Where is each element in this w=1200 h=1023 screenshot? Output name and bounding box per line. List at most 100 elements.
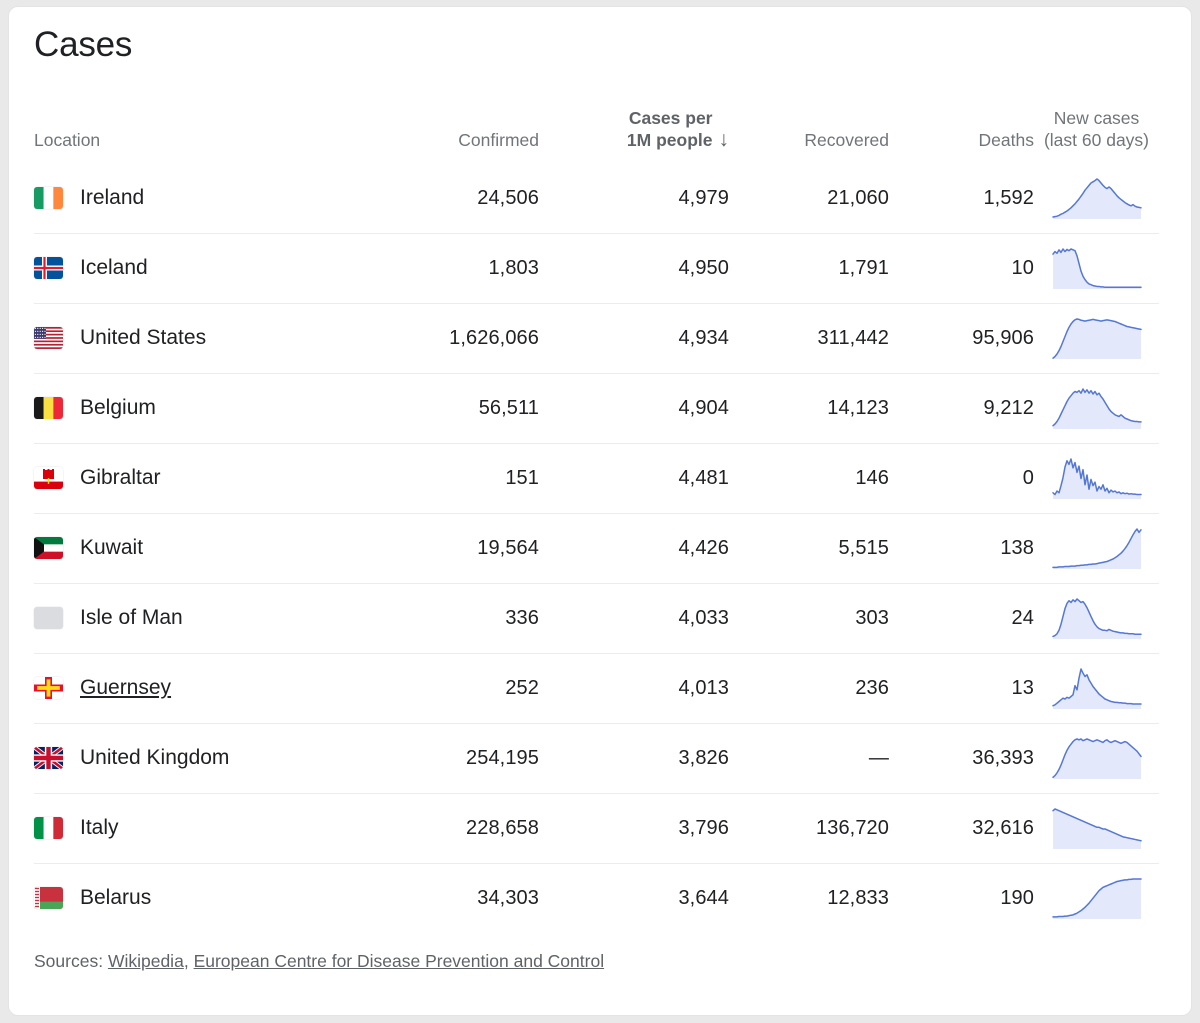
cell-new-cases-sparkline — [1034, 442, 1159, 514]
sources-separator: , — [183, 951, 189, 971]
cell-location: Gibraltar — [34, 442, 379, 514]
sparkline-chart-icon — [1034, 735, 1159, 781]
location-name: Italy — [80, 816, 119, 840]
location-name: Belgium — [80, 396, 156, 420]
cell-deaths: 138 — [889, 512, 1034, 584]
cell-cases-per-1m: 4,979 — [678, 186, 729, 209]
cell-deaths: 10 — [889, 232, 1034, 304]
table-row[interactable]: Belgium 56,511 4,904 14,123 9,212 — [34, 372, 1159, 444]
table-row[interactable]: United States 1,626,066 4,934 311,442 95,906 — [34, 302, 1159, 374]
flag-kuwait-icon — [34, 537, 63, 560]
location-name: Isle of Man — [80, 606, 183, 630]
cell-recovered: 236 — [729, 652, 889, 724]
location-name: United Kingdom — [80, 746, 230, 770]
cell-cases-per-1m: 3,796 — [539, 792, 729, 864]
cell-deaths: 24 — [889, 582, 1034, 654]
table-row[interactable]: Iceland 1,803 4,950 1,791 10 — [34, 232, 1159, 304]
source-link-wikipedia[interactable]: Wikipedia — [108, 951, 184, 971]
cell-new-cases-sparkline — [1034, 722, 1159, 794]
flag-united-states-icon — [34, 327, 63, 350]
cell-deaths: 32,616 — [889, 792, 1034, 864]
page-title: Cases — [34, 25, 133, 64]
table-row[interactable]: United Kingdom 254,195 3,826—36,393 — [34, 722, 1159, 794]
cell-deaths: 13 — [889, 652, 1034, 724]
cell-confirmed: 1,626,066 — [379, 302, 539, 374]
cell-recovered: — — [729, 722, 889, 794]
cell-cases-per-1m: 4,950 — [539, 232, 729, 304]
cell-new-cases-sparkline — [1034, 372, 1159, 444]
location-wrap: Isle of Man — [34, 606, 379, 630]
cell-new-cases-sparkline — [1034, 302, 1159, 374]
cell-new-cases-sparkline — [1034, 232, 1159, 304]
cases-table: Location Confirmed Cases per 1M people ↓… — [34, 107, 1159, 933]
flag-placeholder-icon — [34, 607, 63, 630]
cell-new-cases-sparkline — [1034, 792, 1159, 864]
sparkline-chart-icon — [1034, 245, 1159, 291]
flag-guernsey-icon — [34, 677, 63, 700]
cell-cases-per-1m: 3,826 — [539, 722, 729, 794]
cell-cases-per-1m: 4,033 — [539, 582, 729, 654]
location-wrap: Belarus — [34, 886, 379, 910]
sort-descending-arrow-icon: ↓ — [718, 127, 730, 151]
cell-confirmed: 24,506 — [477, 186, 539, 209]
table-row[interactable]: Kuwait 19,564 4,426 5,515 138 — [34, 512, 1159, 584]
column-header-location[interactable]: Location — [34, 107, 379, 164]
cell-confirmed: 228,658 — [379, 792, 539, 864]
table-row[interactable]: Gibraltar 151 4,481 146 0 — [34, 442, 1159, 514]
cell-location: Guernsey — [34, 652, 379, 724]
location-wrap: United Kingdom — [34, 746, 379, 770]
cell-confirmed: 254,195 — [379, 722, 539, 794]
location-name: Iceland — [80, 256, 148, 280]
cell-location: Belgium — [34, 372, 379, 444]
location-wrap: Ireland — [34, 186, 379, 210]
column-header-recovered[interactable]: Recovered — [729, 107, 889, 164]
cell-recovered: 14,123 — [729, 372, 889, 444]
column-header-cases-per-1m-label: Cases per 1M people — [626, 108, 713, 151]
cell-recovered: 1,791 — [729, 232, 889, 304]
sparkline-chart-icon — [1034, 385, 1159, 431]
cell-cases-per-1m: 4,426 — [539, 512, 729, 584]
sparkline-chart-icon — [1034, 175, 1159, 221]
sparkline-chart-icon — [1034, 805, 1159, 851]
location-name: Gibraltar — [80, 466, 161, 490]
sparkline-chart-icon — [1034, 875, 1159, 921]
column-header-cases-per-1m[interactable]: Cases per 1M people ↓ — [539, 107, 729, 164]
cell-recovered: 21,060 — [827, 186, 889, 209]
cell-confirmed: 336 — [379, 582, 539, 654]
table-row[interactable]: Isle of Man 336 4,033 303 24 — [34, 582, 1159, 654]
cell-location: United States — [34, 302, 379, 374]
location-name[interactable]: Guernsey — [80, 676, 171, 700]
cell-recovered: 311,442 — [729, 302, 889, 374]
location-name: Ireland — [80, 186, 145, 210]
cell-location: Belarus — [34, 862, 379, 933]
column-header-confirmed[interactable]: Confirmed — [379, 107, 539, 164]
cell-deaths: 0 — [889, 442, 1034, 514]
cell-cases-per-1m: 4,481 — [539, 442, 729, 514]
cell-deaths: 1,592 — [983, 186, 1034, 209]
cell-deaths: 190 — [889, 862, 1034, 933]
cell-recovered: 12,833 — [729, 862, 889, 933]
cell-new-cases-sparkline — [1034, 512, 1159, 584]
sparkline-chart-icon — [1034, 525, 1159, 571]
cell-confirmed: 34,303 — [379, 862, 539, 933]
flag-ireland-icon — [34, 187, 63, 210]
cell-confirmed: 56,511 — [379, 372, 539, 444]
cell-cases-per-1m: 4,904 — [539, 372, 729, 444]
cell-location: Italy — [34, 792, 379, 864]
cell-confirmed: 252 — [379, 652, 539, 724]
table-row[interactable]: Italy 228,658 3,796 136,720 32,616 — [34, 792, 1159, 864]
cell-cases-per-1m: 4,013 — [539, 652, 729, 724]
cell-new-cases-sparkline — [1034, 862, 1159, 933]
table-row[interactable]: Guernsey 252 4,013 236 13 — [34, 652, 1159, 724]
cell-location: Kuwait — [34, 512, 379, 584]
sources-footer: Sources: Wikipedia, European Centre for … — [34, 951, 604, 972]
page-root: Cases Location Confirmed Cases per 1M pe… — [0, 0, 1200, 1023]
sparkline-chart-icon — [1034, 665, 1159, 711]
location-wrap: United States — [34, 326, 379, 350]
table-row[interactable]: Belarus 34,303 3,644 12,833 190 — [34, 862, 1159, 933]
flag-belgium-icon — [34, 397, 63, 420]
table-row[interactable]: Ireland 24,506 4,979 21,060 1,592 — [34, 164, 1159, 234]
column-header-deaths[interactable]: Deaths — [889, 107, 1034, 164]
source-link-ecdc[interactable]: European Centre for Disease Prevention a… — [194, 951, 605, 971]
cell-confirmed: 19,564 — [379, 512, 539, 584]
